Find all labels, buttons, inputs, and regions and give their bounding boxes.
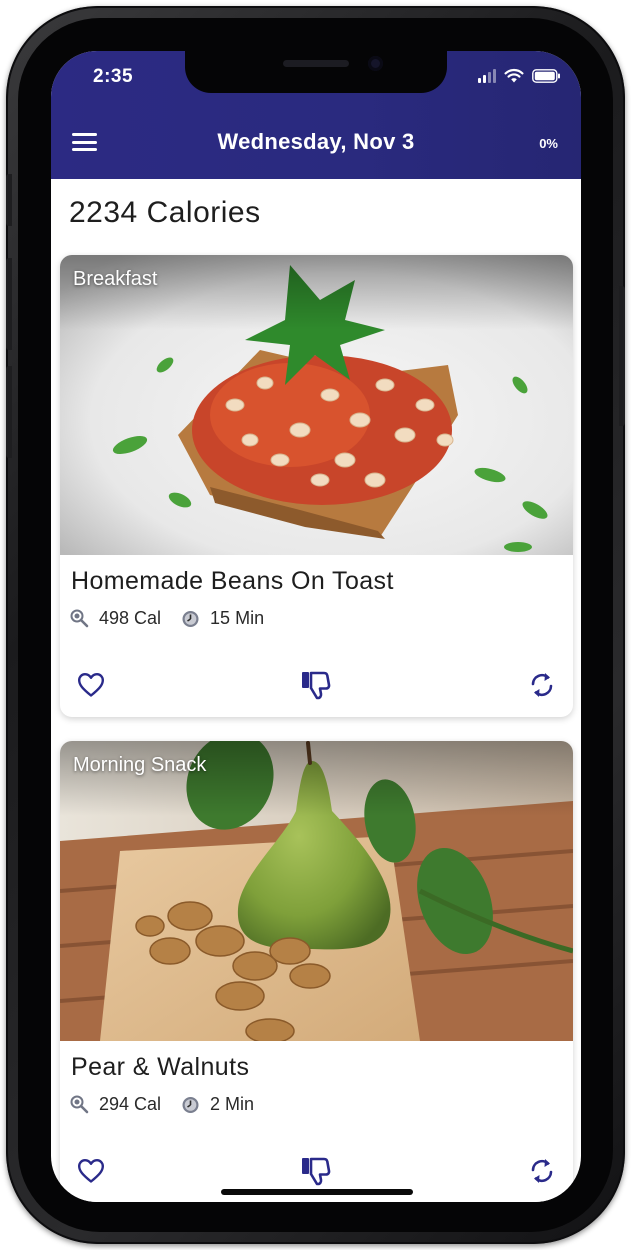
timer-icon xyxy=(182,1097,199,1113)
meal-calories: 294 Cal xyxy=(99,1094,162,1114)
timer-icon xyxy=(182,611,199,627)
heart-icon xyxy=(78,673,104,697)
swap-meal-button[interactable] xyxy=(525,668,559,702)
meal-title: Pear & Walnuts xyxy=(71,1053,250,1081)
status-icons xyxy=(478,68,561,83)
volume-up-button xyxy=(6,258,12,350)
silent-switch xyxy=(6,174,12,226)
meal-image: Morning Snack xyxy=(60,741,573,1041)
thumbs-down-icon xyxy=(302,671,331,700)
meal-image: Breakfast xyxy=(60,255,573,555)
favorite-button[interactable] xyxy=(74,668,108,702)
front-camera xyxy=(368,56,383,71)
favorite-button[interactable] xyxy=(74,1154,108,1188)
wifi-icon xyxy=(504,68,524,83)
meal-title: Homemade Beans On Toast xyxy=(71,567,394,595)
swap-meal-button[interactable] xyxy=(525,1154,559,1188)
page-title: Wednesday, Nov 3 xyxy=(217,129,415,154)
meal-time: 2 Min xyxy=(210,1094,255,1114)
meal-meta: 498 Cal 15 Min xyxy=(70,608,284,629)
battery-icon xyxy=(532,68,560,83)
meal-card[interactable]: Morning Snack Pear & Walnuts 294 Cal 2 M… xyxy=(60,741,573,1202)
app-screen: 2:35 Wednesday, Nov 3 0% 2234 Calories B… xyxy=(51,51,581,1202)
speaker xyxy=(283,60,349,67)
meal-time: 15 Min xyxy=(210,608,265,628)
meal-calories: 498 Cal xyxy=(99,608,162,628)
refresh-icon xyxy=(531,1159,553,1183)
calories-icon xyxy=(70,609,89,628)
home-indicator[interactable] xyxy=(221,1189,413,1195)
power-button xyxy=(619,286,625,426)
app-header: 2:35 Wednesday, Nov 3 0% xyxy=(51,51,581,179)
meal-type-label: Breakfast xyxy=(73,268,158,290)
notch xyxy=(185,51,447,93)
thumbs-down-icon xyxy=(302,1157,331,1186)
progress-percent: 0% xyxy=(539,136,558,151)
card-actions xyxy=(60,1154,573,1190)
dislike-button[interactable] xyxy=(299,668,333,702)
meal-meta: 294 Cal 2 Min xyxy=(70,1094,274,1115)
cellular-signal-icon xyxy=(478,68,496,83)
volume-down-button xyxy=(6,366,12,458)
meal-type-label: Morning Snack xyxy=(73,754,207,776)
calories-icon xyxy=(70,1095,89,1114)
refresh-icon xyxy=(531,673,553,697)
dislike-button[interactable] xyxy=(299,1154,333,1188)
meal-card[interactable]: Breakfast Homemade Beans On Toast 498 Ca… xyxy=(60,255,573,717)
total-calories: 2234 Calories xyxy=(69,196,261,229)
card-actions xyxy=(60,668,573,704)
status-time: 2:35 xyxy=(93,66,134,87)
heart-icon xyxy=(78,1159,104,1183)
